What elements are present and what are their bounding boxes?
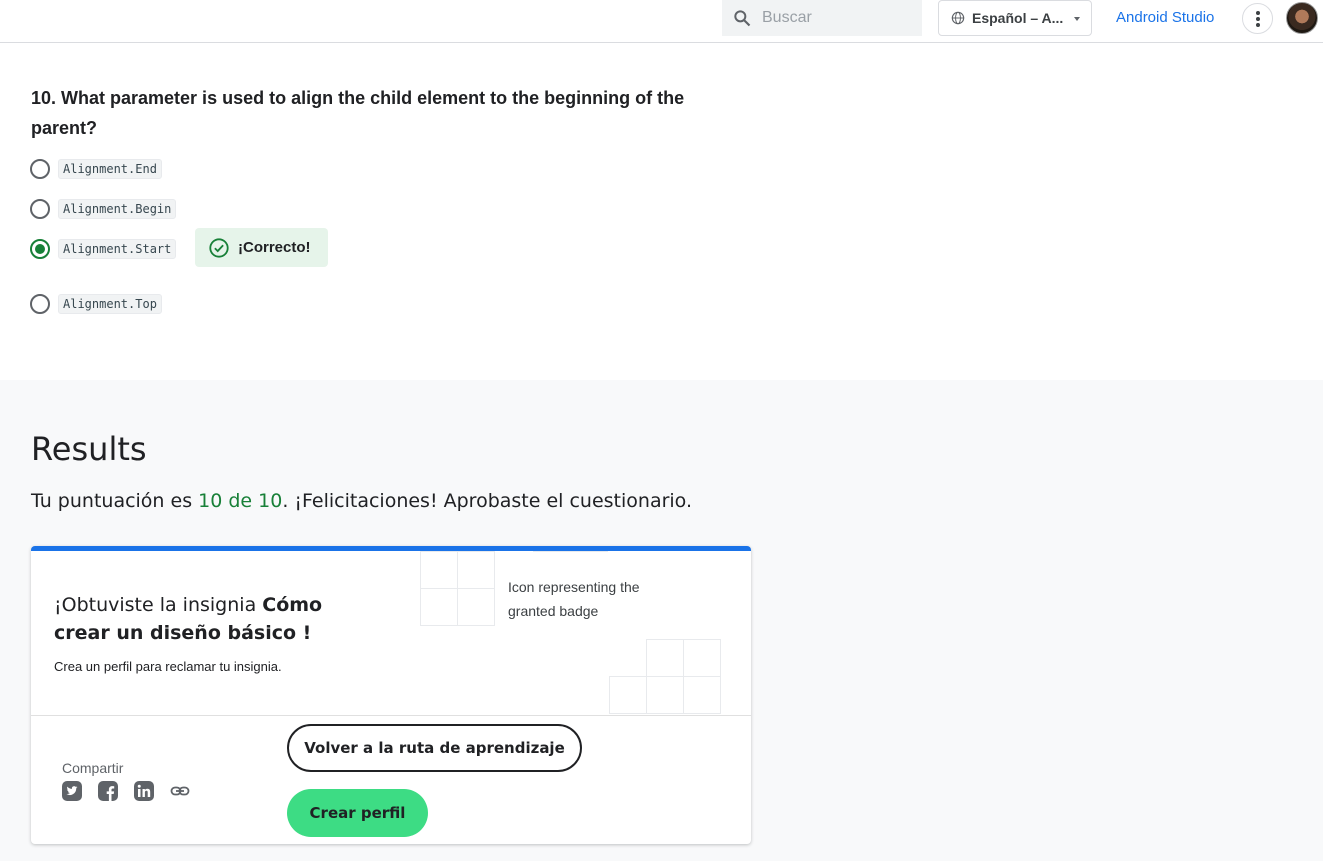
more-options-button[interactable] <box>1242 3 1273 34</box>
globe-icon <box>951 11 965 25</box>
link-icon[interactable] <box>170 781 190 801</box>
score-line: Tu puntuación es 10 de 10. ¡Felicitacion… <box>31 490 692 512</box>
option-begin[interactable]: Alignment.Begin <box>30 199 177 219</box>
check-circle-icon <box>209 237 229 258</box>
search-box[interactable] <box>722 0 922 36</box>
badge-icon-alt-text: Icon representing the granted badge <box>508 579 640 619</box>
badge-card: ¡Obtuviste la insignia Cómo crear un dis… <box>31 546 751 844</box>
radio-button-selected[interactable] <box>30 239 50 259</box>
question-text: 10. What parameter is used to align the … <box>31 88 685 138</box>
badge-subtitle: Crea un perfil para reclamar tu insignia… <box>54 659 282 674</box>
results-title: Results <box>31 430 147 468</box>
share-icons <box>62 781 190 801</box>
avatar[interactable] <box>1286 2 1318 34</box>
android-studio-link[interactable]: Android Studio <box>1116 9 1214 26</box>
option-label: Alignment.End <box>58 159 162 179</box>
option-start[interactable]: Alignment.Start <box>30 239 177 259</box>
language-label: Español – A... <box>972 10 1064 26</box>
facebook-icon[interactable] <box>98 781 118 801</box>
results-section: Results Tu puntuación es 10 de 10. ¡Feli… <box>0 380 1323 861</box>
option-label: Alignment.Top <box>58 294 162 314</box>
radio-button[interactable] <box>30 199 50 219</box>
twitter-icon[interactable] <box>62 781 82 801</box>
option-top[interactable]: Alignment.Top <box>30 294 162 314</box>
linkedin-icon[interactable] <box>134 781 154 801</box>
create-profile-button[interactable]: Crear perfil <box>287 789 428 837</box>
back-to-pathway-button[interactable]: Volver a la ruta de aprendizaje <box>287 724 582 772</box>
radio-button[interactable] <box>30 294 50 314</box>
score-value: 10 de 10 <box>198 490 283 512</box>
more-vert-icon <box>1255 10 1260 15</box>
share-label: Compartir <box>62 760 124 776</box>
badge-title: ¡Obtuviste la insignia Cómo crear un dis… <box>54 594 323 644</box>
radio-button[interactable] <box>30 159 50 179</box>
language-selector[interactable]: Español – A... <box>938 0 1092 36</box>
search-input[interactable] <box>762 9 912 27</box>
score-suffix: . ¡Felicitaciones! Aprobaste el cuestion… <box>282 490 693 512</box>
divider <box>31 715 751 716</box>
search-icon <box>734 10 751 27</box>
score-prefix: Tu puntuación es <box>31 490 199 512</box>
correct-feedback: ¡Correcto! <box>195 228 328 267</box>
chevron-down-icon <box>1074 17 1080 21</box>
option-end[interactable]: Alignment.End <box>30 159 162 179</box>
option-label: Alignment.Start <box>58 239 177 259</box>
correct-label: ¡Correcto! <box>238 239 311 256</box>
top-bar: Español – A... Android Studio <box>0 0 1323 43</box>
option-label: Alignment.Begin <box>58 199 177 219</box>
